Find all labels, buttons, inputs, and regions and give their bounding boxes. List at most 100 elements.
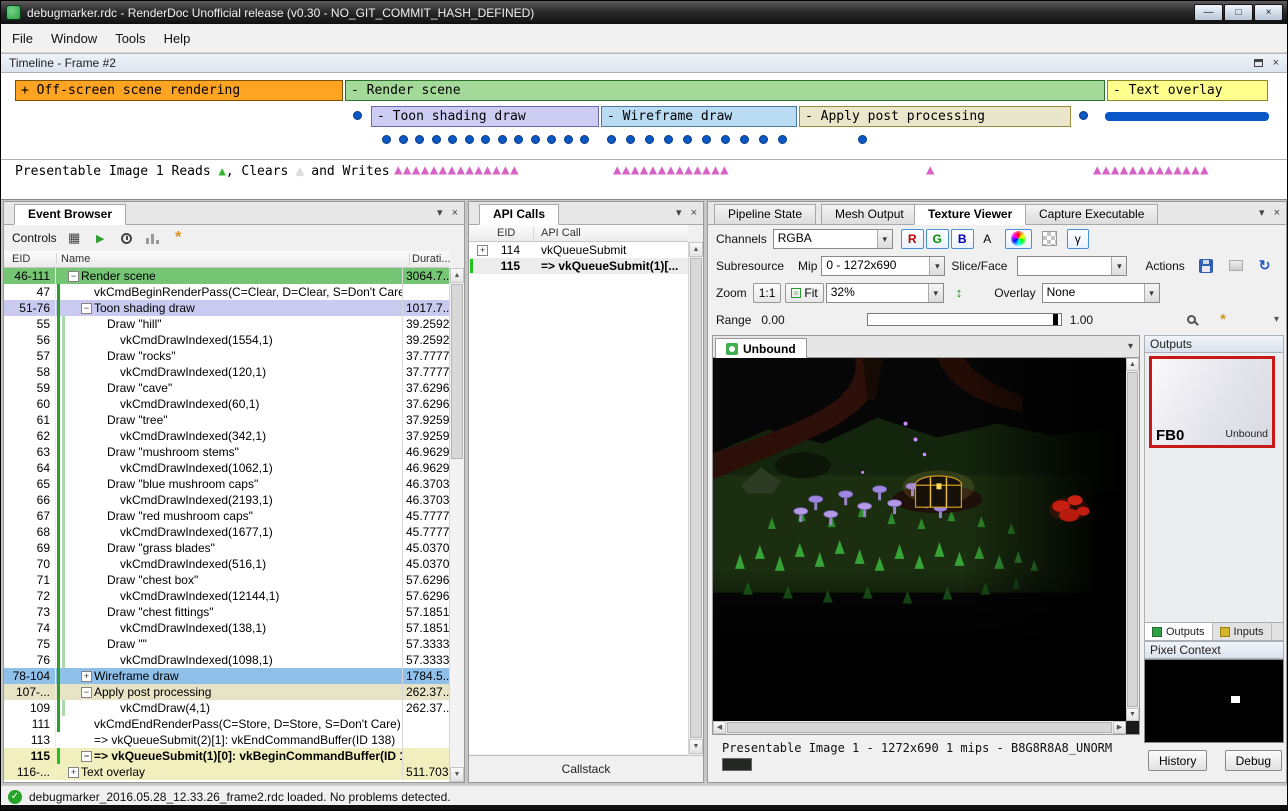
texture-image[interactable] xyxy=(713,358,1126,721)
draw-event-dot[interactable] xyxy=(759,135,768,144)
tab-pipeline-state[interactable]: Pipeline State xyxy=(714,204,816,224)
scrollbar-thumb[interactable] xyxy=(690,258,702,738)
event-row[interactable]: 64vkCmdDrawIndexed(1062,1)46.96296 xyxy=(4,460,449,476)
event-row[interactable]: 47vkCmdBeginRenderPass(C=Clear, D=Clear,… xyxy=(4,284,449,300)
menu-tools[interactable]: Tools xyxy=(106,27,154,50)
expander-icon[interactable]: − xyxy=(81,687,92,698)
event-row[interactable]: 63Draw "mushroom stems"46.96296 xyxy=(4,444,449,460)
event-row[interactable]: 46-111−Render scene3064.7... xyxy=(4,268,449,284)
event-row[interactable]: 78-104+Wireframe draw1784.5... xyxy=(4,668,449,684)
channel-red-toggle[interactable]: R xyxy=(901,229,924,249)
export-texture-button[interactable] xyxy=(1223,256,1249,276)
draw-event-dot[interactable] xyxy=(626,135,635,144)
goto-eid-icon[interactable]: ▶ xyxy=(92,230,109,246)
toolbar-overflow-icon[interactable]: ▾ xyxy=(1274,314,1279,325)
draw-event-dot[interactable] xyxy=(607,135,616,144)
menu-file[interactable]: File xyxy=(3,27,42,50)
event-row[interactable]: 51-76−Toon shading draw1017.7... xyxy=(4,300,449,316)
usage-markers[interactable]: ▲ xyxy=(926,163,935,178)
scrollbar-thumb[interactable] xyxy=(451,284,463,459)
tab-api-calls[interactable]: API Calls xyxy=(479,204,559,225)
scroll-left-icon[interactable]: ◀ xyxy=(713,721,726,734)
channel-green-toggle[interactable]: G xyxy=(926,229,949,249)
panel-menu-icon[interactable]: ▾ xyxy=(437,207,443,219)
usage-markers[interactable]: ▲▲▲▲▲▲▲▲▲▲▲▲▲ xyxy=(1093,163,1209,178)
event-row[interactable]: 60vkCmdDrawIndexed(60,1)37.62963 xyxy=(4,396,449,412)
panel-close-icon[interactable]: × xyxy=(1274,207,1280,219)
draw-event-dot[interactable] xyxy=(399,135,408,144)
event-row[interactable]: 55Draw "hill"39.25926 xyxy=(4,316,449,332)
autofit-range-button[interactable]: * xyxy=(1214,310,1232,330)
timeline-current-range-bar[interactable] xyxy=(1105,112,1269,121)
draw-event-dot[interactable] xyxy=(465,135,474,144)
tab-texture-viewer[interactable]: Texture Viewer xyxy=(914,204,1026,225)
texture-canvas[interactable] xyxy=(713,358,1126,721)
pin-icon[interactable] xyxy=(1254,59,1263,67)
scrollbar-thumb[interactable] xyxy=(727,722,1112,733)
draw-event-dot[interactable] xyxy=(778,135,787,144)
browse-icon[interactable]: ▦ xyxy=(66,230,83,246)
column-name[interactable]: Name xyxy=(61,253,90,265)
draw-event-dot[interactable] xyxy=(683,135,692,144)
draw-event-dot[interactable] xyxy=(564,135,573,144)
expander-icon[interactable]: + xyxy=(477,245,488,256)
texture-vertical-scrollbar[interactable]: ▲ ▼ xyxy=(1126,358,1139,721)
timeline-marker-post-processing[interactable]: - Apply post processing xyxy=(799,106,1071,127)
timeline-body[interactable]: + Off-screen scene rendering - Render sc… xyxy=(1,73,1287,200)
bookmark-icon[interactable]: * xyxy=(170,230,187,246)
column-eid[interactable]: EID xyxy=(497,227,515,239)
slice-face-select[interactable]: ▾ xyxy=(1017,256,1127,276)
column-duration[interactable]: Durati... xyxy=(412,253,451,265)
channel-alpha-toggle[interactable]: A xyxy=(976,229,999,249)
scroll-up-icon[interactable]: ▲ xyxy=(1126,358,1139,371)
draw-event-dot[interactable] xyxy=(432,135,441,144)
event-browser-scrollbar[interactable]: ▲ ▼ xyxy=(449,268,464,782)
panel-close-icon[interactable]: × xyxy=(452,207,458,219)
tab-mesh-output[interactable]: Mesh Output xyxy=(821,204,918,224)
draw-event-dot[interactable] xyxy=(645,135,654,144)
event-row[interactable]: 109vkCmdDraw(4,1)262.37... xyxy=(4,700,449,716)
draw-event-dot[interactable] xyxy=(382,135,391,144)
draw-event-dot[interactable] xyxy=(740,135,749,144)
draw-event-dot[interactable] xyxy=(415,135,424,144)
tab-event-browser[interactable]: Event Browser xyxy=(14,204,126,225)
event-row[interactable]: 116-...+Text overlay511.7037 xyxy=(4,764,449,780)
timeline-marker-offscreen[interactable]: + Off-screen scene rendering xyxy=(15,80,343,101)
draw-event-dot[interactable] xyxy=(858,135,867,144)
usage-markers[interactable]: ▲▲▲▲▲▲▲▲▲▲▲▲▲ xyxy=(613,163,729,178)
expander-icon[interactable]: + xyxy=(68,767,79,778)
fit-button[interactable]: Fit xyxy=(785,283,823,303)
api-call-row[interactable]: +114vkQueueSubmit xyxy=(469,242,688,258)
timeline-marker-wireframe[interactable]: - Wireframe draw xyxy=(601,106,797,127)
channels-select[interactable]: RGBA ▾ xyxy=(773,229,893,249)
menu-window[interactable]: Window xyxy=(42,27,106,50)
column-api-call[interactable]: API Call xyxy=(541,227,581,239)
pixel-context-view[interactable] xyxy=(1144,659,1284,743)
mip-select[interactable]: 0 - 1272x690 ▾ xyxy=(821,256,945,276)
event-row[interactable]: 61Draw "tree"37.92593 xyxy=(4,412,449,428)
zoom-select[interactable]: 32% ▾ xyxy=(826,283,944,303)
menu-help[interactable]: Help xyxy=(155,27,200,50)
draw-event-dot[interactable] xyxy=(721,135,730,144)
gamma-toggle[interactable]: γ xyxy=(1067,229,1089,249)
zoom-range-button[interactable] xyxy=(1181,310,1202,330)
color-wheel-button[interactable] xyxy=(1005,229,1032,249)
event-row[interactable]: 74vkCmdDrawIndexed(138,1)57.18518 xyxy=(4,620,449,636)
fb0-thumbnail[interactable]: FB0 Unbound xyxy=(1149,356,1275,448)
texture-horizontal-scrollbar[interactable]: ◀ ▶ xyxy=(713,721,1126,734)
time-durations-icon[interactable] xyxy=(118,230,135,246)
draw-event-dot[interactable] xyxy=(481,135,490,144)
event-row[interactable]: 56vkCmdDrawIndexed(1554,1)39.25926 xyxy=(4,332,449,348)
range-max-value[interactable]: 1.00 xyxy=(1070,313,1093,327)
close-button[interactable]: × xyxy=(1254,4,1283,21)
event-row[interactable]: 111vkCmdEndRenderPass(C=Store, D=Store, … xyxy=(4,716,449,732)
draw-event-dot[interactable] xyxy=(580,135,589,144)
draw-event-dot[interactable] xyxy=(514,135,523,144)
scroll-up-icon[interactable]: ▲ xyxy=(689,242,703,257)
event-row[interactable]: 58vkCmdDrawIndexed(120,1)37.77778 xyxy=(4,364,449,380)
overlay-select[interactable]: None ▾ xyxy=(1042,283,1160,303)
draw-event-dot[interactable] xyxy=(498,135,507,144)
event-row[interactable]: 75Draw ""57.33333 xyxy=(4,636,449,652)
refresh-button[interactable]: ↻ xyxy=(1253,256,1277,276)
texture-tab-menu-icon[interactable]: ▾ xyxy=(1128,341,1133,352)
